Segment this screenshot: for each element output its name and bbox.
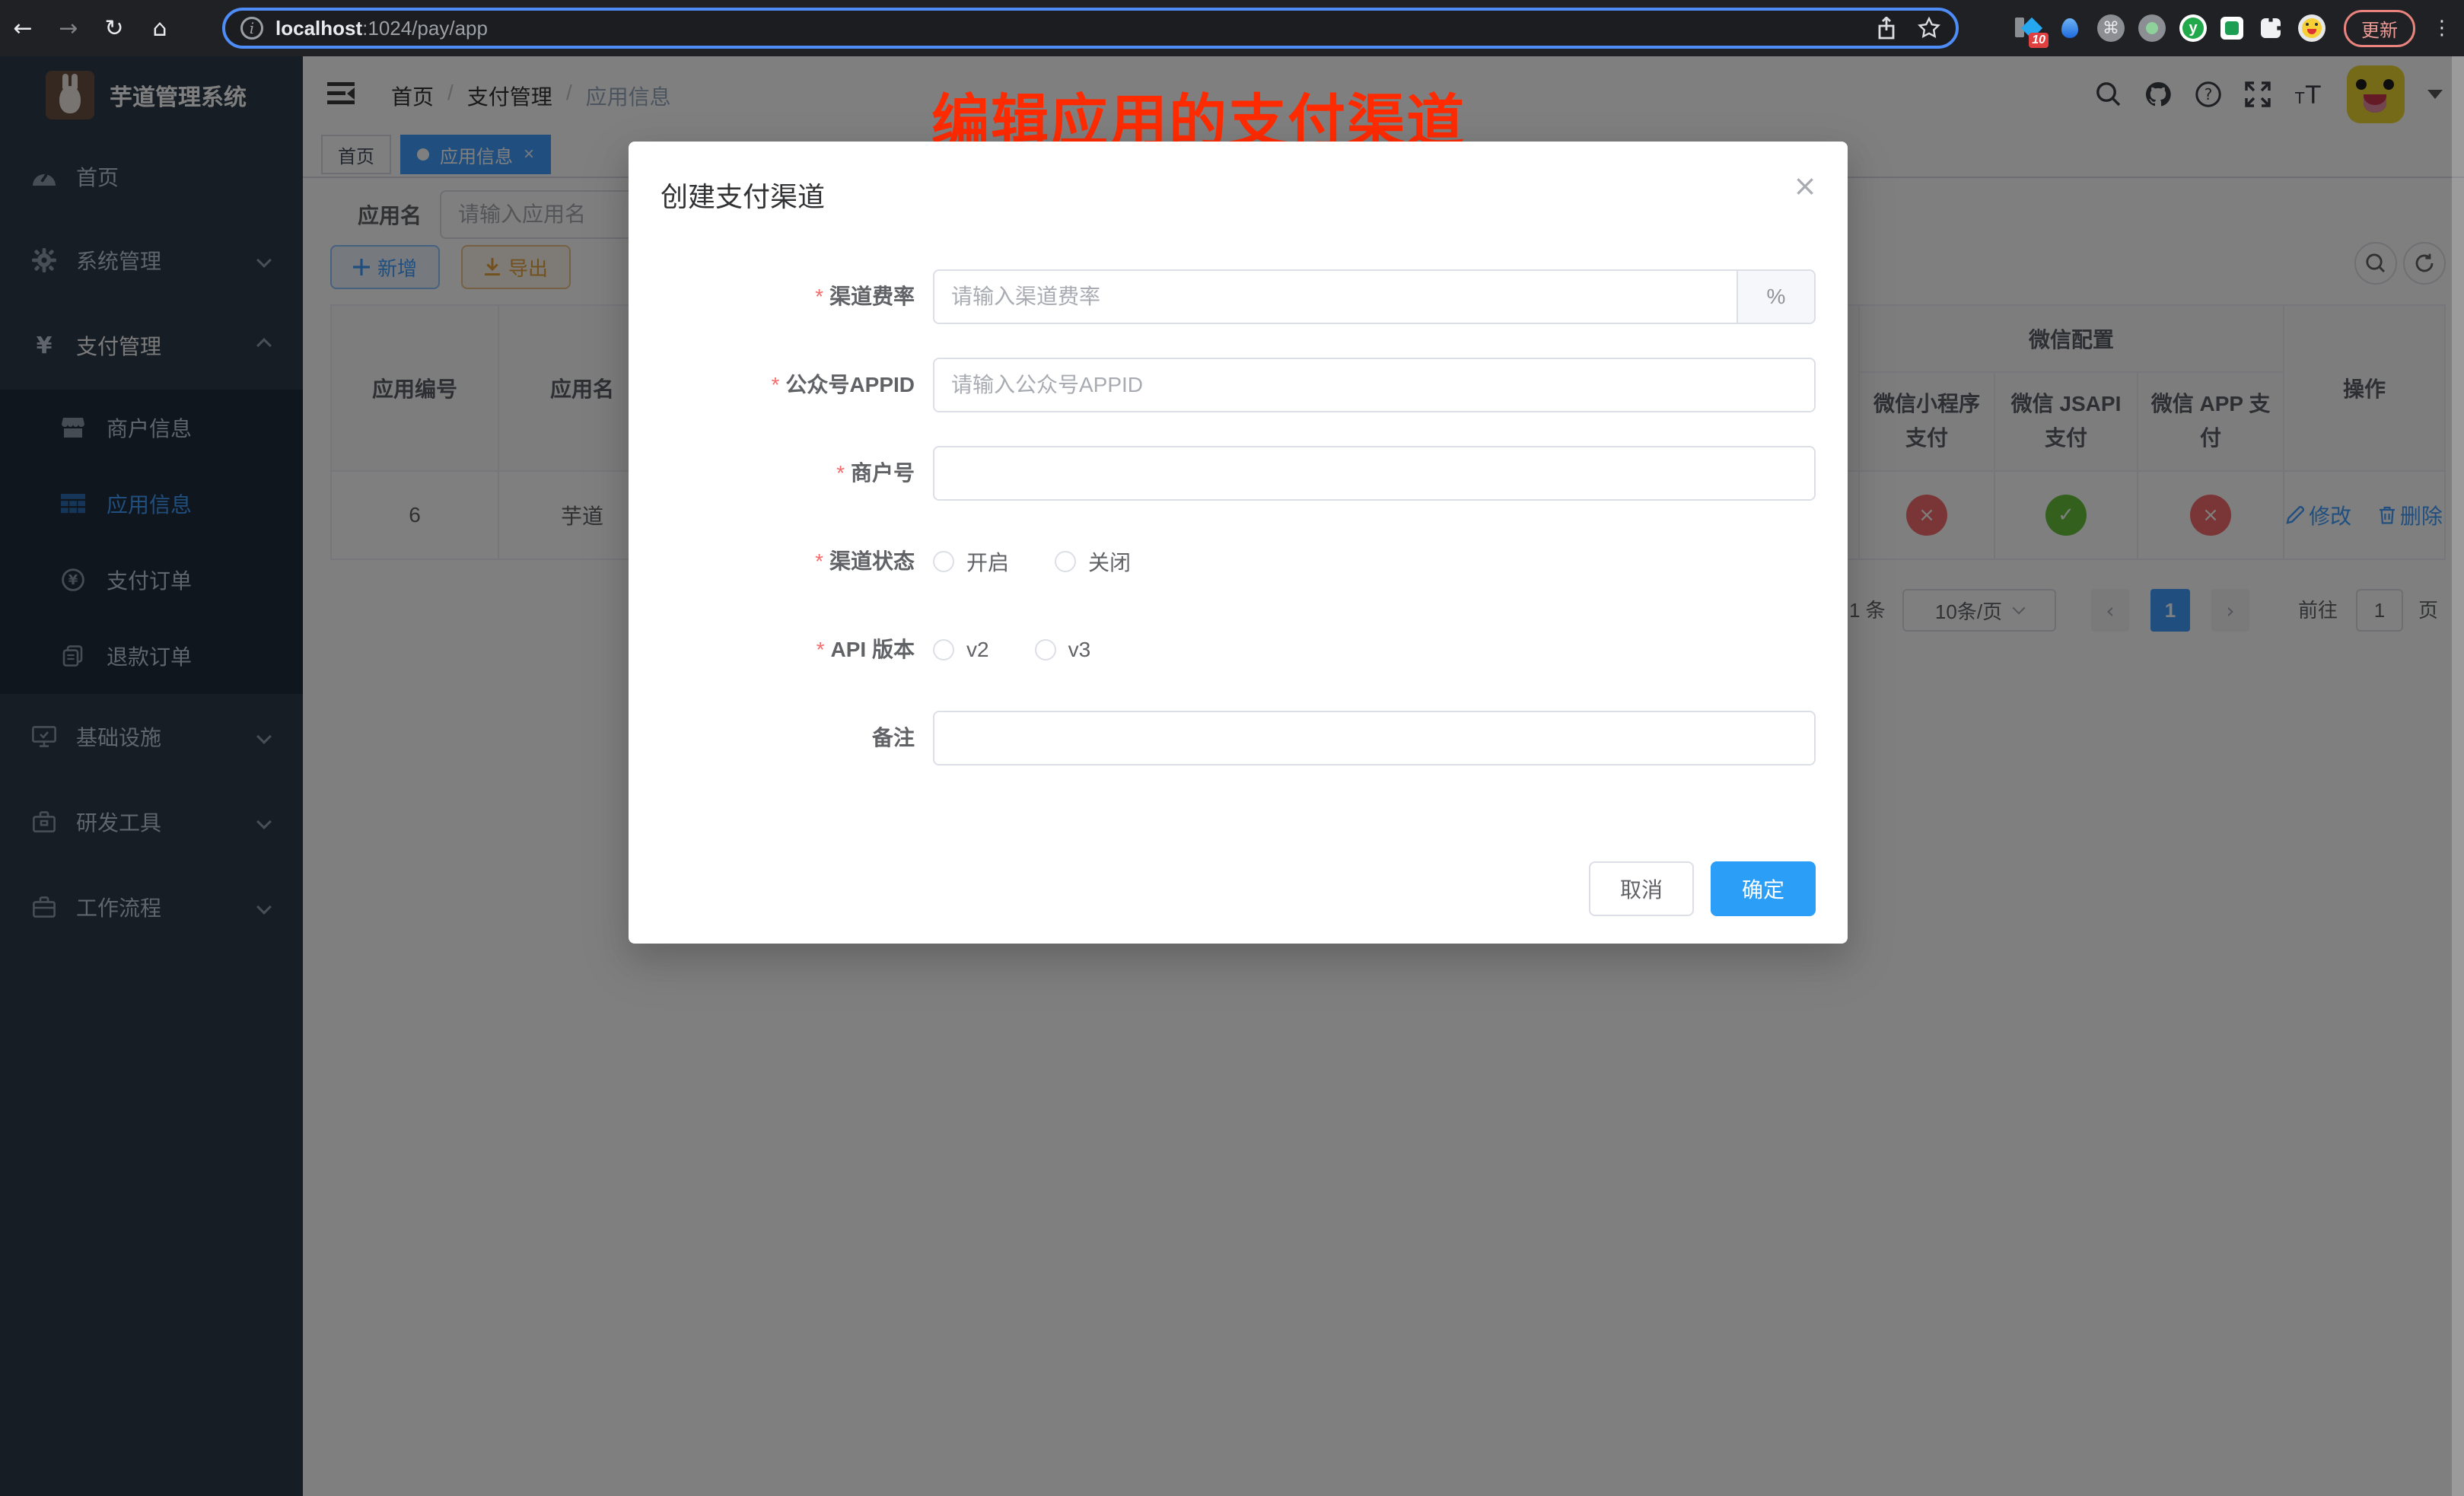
extension-tabs-icon[interactable]: 10: [2015, 14, 2042, 42]
merchant-input[interactable]: [933, 446, 1816, 501]
bookmark-star-icon[interactable]: [1918, 17, 1940, 40]
form-row-merchant: *商户号: [629, 446, 1848, 501]
appid-input[interactable]: [933, 358, 1816, 412]
api-label: *API 版本: [629, 622, 933, 677]
cancel-button[interactable]: 取消: [1589, 861, 1694, 916]
extension-balloon-icon[interactable]: [2056, 14, 2084, 42]
app-viewport: 芋道管理系统 首页 系统管理 ¥ 支付管理: [0, 56, 2464, 1496]
url-path: :1024/pay/app: [362, 17, 488, 40]
required-asterisk: *: [815, 285, 823, 308]
browser-extensions: 10 ⌘ y 更新 ⋮: [2015, 0, 2452, 56]
radio-circle-icon: [933, 551, 954, 572]
form-row-rate: *渠道费率 %: [629, 269, 1848, 324]
browser-forward-icon[interactable]: →: [46, 15, 91, 42]
url-text[interactable]: localhost:1024/pay/app: [275, 17, 488, 40]
extensions-puzzle-icon[interactable]: [2257, 14, 2284, 42]
dialog-title: 创建支付渠道: [661, 175, 825, 215]
form-row-api: *API 版本 v2 v3: [629, 622, 1848, 677]
scrollbar[interactable]: [2452, 56, 2464, 1496]
extension-recorder-icon[interactable]: [2138, 14, 2166, 42]
radio-api-v3[interactable]: v3: [1035, 638, 1091, 662]
status-label: *渠道状态: [629, 534, 933, 589]
share-icon[interactable]: [1877, 17, 1896, 40]
rate-input[interactable]: [933, 269, 1737, 324]
radio-status-off[interactable]: 关闭: [1055, 546, 1131, 577]
create-pay-channel-dialog: 创建支付渠道 × *渠道费率 % *公众号APPID: [629, 142, 1848, 944]
browser-chrome: ← → ↻ ⌂ i localhost:1024/pay/app 10 ⌘ y …: [0, 0, 2464, 56]
address-bar[interactable]: i localhost:1024/pay/app: [222, 8, 1959, 49]
browser-profile-avatar[interactable]: [2298, 14, 2326, 42]
browser-home-icon[interactable]: ⌂: [137, 15, 183, 42]
remark-input[interactable]: [933, 711, 1816, 766]
radio-circle-icon: [1035, 639, 1056, 660]
radio-api-v2[interactable]: v2: [933, 638, 989, 662]
browser-back-icon[interactable]: ←: [0, 15, 46, 42]
radio-label: 开启: [966, 546, 1009, 577]
dialog-footer: 取消 确定: [1589, 861, 1816, 916]
remark-label: 备注: [629, 711, 933, 766]
required-asterisk: *: [772, 373, 780, 396]
radio-label: v2: [966, 638, 989, 662]
rate-suffix: %: [1737, 269, 1816, 324]
confirm-button[interactable]: 确定: [1711, 861, 1816, 916]
site-info-icon[interactable]: i: [240, 17, 263, 40]
radio-label: 关闭: [1088, 546, 1131, 577]
merchant-label: *商户号: [629, 446, 933, 501]
appid-label: *公众号APPID: [629, 358, 933, 412]
extension-chat-icon[interactable]: [2220, 17, 2243, 40]
radio-status-on[interactable]: 开启: [933, 546, 1009, 577]
extension-y-icon[interactable]: y: [2179, 14, 2207, 42]
browser-reload-icon[interactable]: ↻: [91, 15, 137, 42]
extension-badge: 10: [2029, 33, 2049, 48]
screen: ← → ↻ ⌂ i localhost:1024/pay/app 10 ⌘ y …: [0, 0, 2464, 1496]
dialog-form: *渠道费率 % *公众号APPID *商户号: [629, 269, 1848, 799]
required-asterisk: *: [815, 549, 823, 573]
close-icon[interactable]: ×: [1793, 169, 1817, 202]
required-asterisk: *: [817, 638, 825, 661]
form-row-remark: 备注: [629, 711, 1848, 766]
form-row-appid: *公众号APPID: [629, 358, 1848, 412]
required-asterisk: *: [836, 461, 845, 485]
rate-label: *渠道费率: [629, 269, 933, 324]
extension-command-icon[interactable]: ⌘: [2097, 14, 2125, 42]
form-row-status: *渠道状态 开启 关闭: [629, 534, 1848, 589]
radio-circle-icon: [933, 639, 954, 660]
radio-label: v3: [1068, 638, 1091, 662]
browser-update-button[interactable]: 更新: [2344, 10, 2415, 47]
url-host: localhost: [275, 17, 362, 40]
radio-circle-icon: [1055, 551, 1076, 572]
browser-menu-icon[interactable]: ⋮: [2432, 17, 2452, 40]
